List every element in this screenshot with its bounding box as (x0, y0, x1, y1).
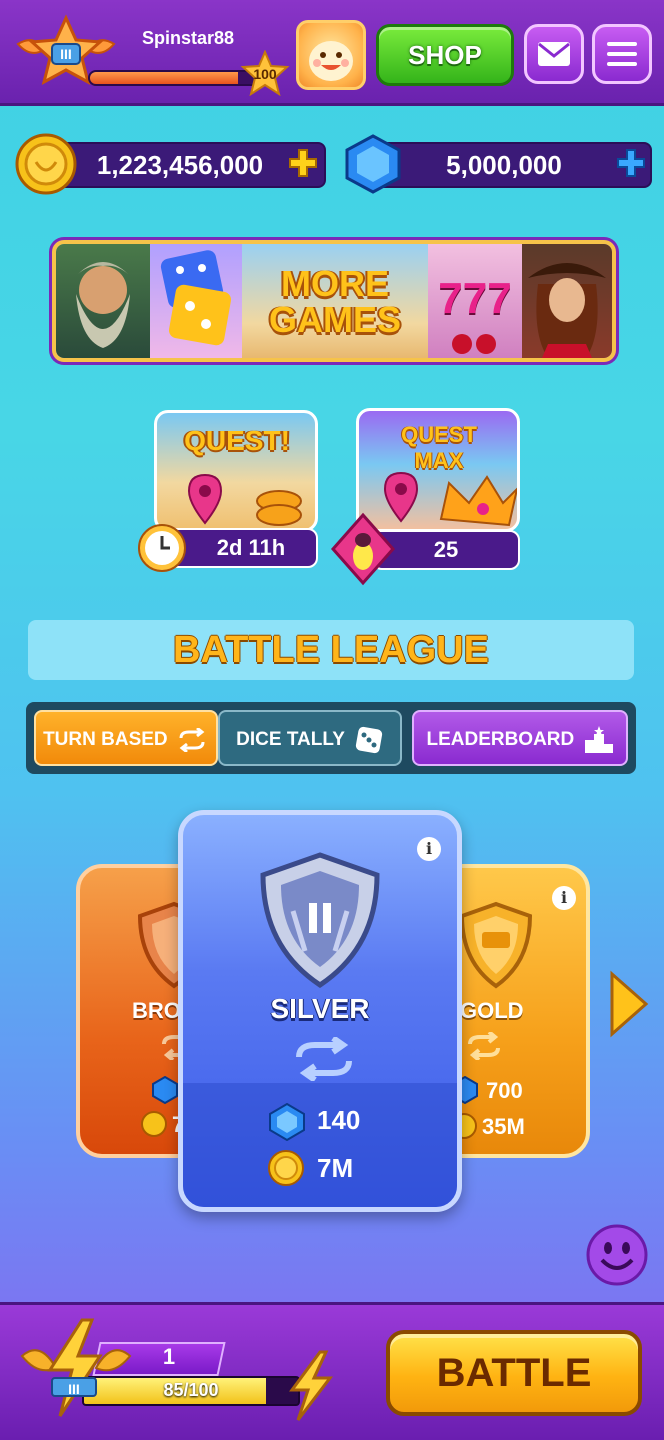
arrow-right-icon (610, 970, 649, 1038)
battle-button-label: BATTLE (436, 1351, 592, 1395)
add-gems-button[interactable] (614, 146, 648, 180)
next-league-button[interactable] (606, 970, 650, 1038)
swap-arrows-icon (468, 1032, 500, 1060)
energy-badge[interactable] (16, 1316, 136, 1420)
blue-gem-icon (269, 1103, 305, 1141)
dice-icon (355, 726, 382, 754)
plus-icon (617, 149, 645, 177)
league-tabs: TURN BASED DICE TALLY LEADERBOARD (26, 702, 636, 774)
lightning-bolt-icon (289, 1350, 334, 1421)
league-card-silver-name: SILVER (270, 993, 370, 1024)
clock-icon (138, 524, 186, 572)
battle-league-header: BATTLE LEAGUE (28, 620, 634, 680)
quest-max-title-line1: QUEST (401, 422, 477, 447)
add-coins-button[interactable] (286, 146, 320, 180)
gem-balance: 5,000,000 (446, 150, 562, 180)
gold-coin-icon (141, 1111, 167, 1137)
coin-balance: 1,223,456,000 (96, 150, 264, 180)
username: Spinstar88 (142, 28, 235, 48)
map-pin-coins-icon (187, 473, 302, 526)
hamburger-menu-icon (607, 42, 637, 66)
silver-shield-icon (260, 852, 380, 989)
gold-info-button[interactable]: i (552, 886, 576, 910)
tab-leaderboard-label: LEADERBOARD (426, 729, 575, 750)
league-card-gold-coins: 35M (482, 1114, 525, 1139)
gold-shield-icon (459, 901, 533, 989)
gem-balance-bar: 5,000,000 (370, 142, 652, 188)
tab-turn-based[interactable]: TURN BASED (34, 710, 218, 766)
more-games-tile[interactable]: MORE GAMES (242, 244, 428, 358)
podium-icon (584, 725, 613, 753)
slots-777-tile[interactable]: 777 (428, 244, 522, 358)
battle-button[interactable]: BATTLE (386, 1330, 642, 1416)
cowgirl-portrait-icon (528, 263, 606, 358)
league-card-silver[interactable]: i SILVER 140 7M (178, 810, 462, 1212)
more-games-line1: MORE (281, 263, 389, 304)
menu-button[interactable] (592, 24, 652, 84)
avatar-face-icon (309, 41, 353, 81)
more-games-banner[interactable]: MORE GAMES 777 (52, 240, 616, 362)
dice-game-tile[interactable] (150, 244, 242, 358)
firefly-icon (330, 512, 396, 586)
swap-arrows-icon (296, 1037, 352, 1081)
xp-progress-fill (90, 72, 238, 84)
blue-gem-icon (152, 1076, 178, 1104)
dice-icon (160, 250, 231, 346)
tab-leaderboard[interactable]: LEADERBOARD (412, 710, 628, 766)
quest-timer-pill: 2d 11h (168, 528, 318, 568)
tab-turn-based-label: TURN BASED (43, 729, 168, 750)
gold-coin-icon (268, 1150, 304, 1186)
tab-dice-tally-label: DICE TALLY (236, 729, 345, 750)
map-pin-crown-icon (383, 471, 517, 527)
shop-button-label: SHOP (408, 40, 482, 70)
cowgirl-game-tile[interactable] (522, 244, 612, 358)
cherries-icon (452, 334, 496, 354)
smiley-face-icon (586, 1224, 648, 1286)
slots-777-label: 777 (438, 274, 512, 323)
coin-balance-bar: 1,223,456,000 (38, 142, 326, 188)
quest-card[interactable]: QUEST! (154, 410, 318, 532)
battle-league-title: BATTLE LEAGUE (173, 629, 489, 671)
plus-icon (289, 149, 317, 177)
shop-button[interactable]: SHOP (376, 24, 514, 86)
tab-dice-tally[interactable]: DICE TALLY (218, 710, 402, 766)
bearded-god-icon (76, 262, 130, 348)
league-card-bronze-name: BRO (132, 998, 181, 1023)
league-card-gold-gems: 700 (486, 1078, 523, 1103)
league-card-gold-name: GOLD (460, 998, 524, 1023)
envelope-icon (538, 42, 570, 66)
swap-arrows-icon (179, 726, 205, 754)
zeus-game-tile[interactable] (56, 244, 150, 358)
blue-gem-icon (345, 134, 401, 194)
more-games-line2: GAMES (268, 299, 401, 340)
league-card-silver-gems: 140 (317, 1105, 361, 1135)
energy-numeral: III (68, 1381, 80, 1397)
avatar[interactable] (296, 20, 366, 90)
silver-rewards-panel (183, 1083, 457, 1207)
quest-title: QUEST! (184, 425, 290, 456)
quest-timer: 2d 11h (216, 535, 286, 560)
winged-lightning-icon (20, 1318, 132, 1417)
mail-button[interactable] (524, 24, 584, 84)
silver-info-button[interactable]: i (417, 837, 441, 861)
emoji-button[interactable] (586, 1224, 648, 1286)
rank-numeral: III (60, 46, 72, 62)
gold-coin-icon (15, 133, 77, 195)
level-number: 100 (253, 66, 277, 82)
league-card-silver-coins: 7M (317, 1153, 354, 1183)
